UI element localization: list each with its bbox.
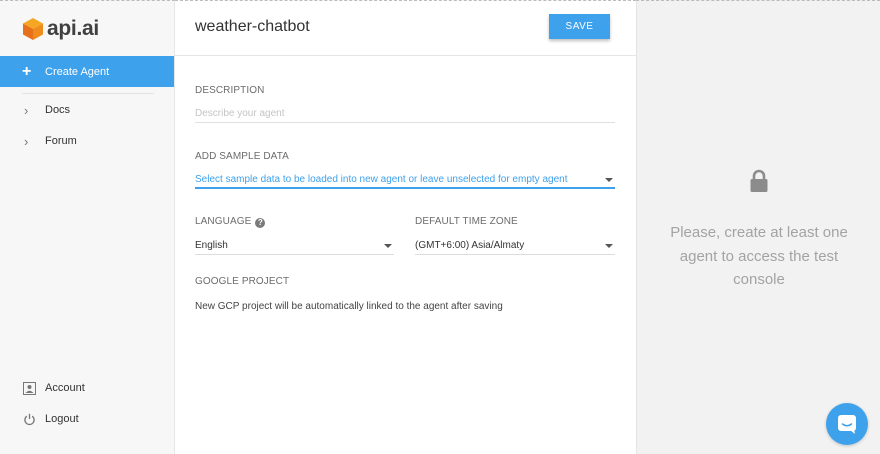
timezone-value: (GMT+6:00) Asia/Almaty [415, 240, 525, 251]
description-input[interactable]: Describe your agent [195, 105, 615, 123]
google-project-info: New GCP project will be automatically li… [195, 301, 503, 312]
console-message: Please, create at least one agent to acc… [670, 224, 848, 288]
help-icon[interactable]: ? [255, 218, 266, 228]
cube-logo-icon [23, 18, 43, 40]
lock-icon [749, 169, 769, 198]
chat-icon[interactable] [826, 403, 868, 445]
sample-data-value: Select sample data to be loaded into new… [195, 174, 568, 185]
sidebar-item-logout[interactable]: Logout [0, 408, 174, 430]
agent-form-panel: weather-chatbot SAVE DESCRIPTION Describ… [175, 0, 636, 454]
timezone-label: DEFAULT TIME ZONE [415, 216, 518, 227]
sample-data-select[interactable]: Select sample data to be loaded into new… [195, 171, 615, 189]
save-button[interactable]: SAVE [549, 14, 610, 39]
test-console: Please, create at least one agent to acc… [636, 0, 880, 454]
sidebar-item-label: Forum [45, 135, 77, 147]
sidebar-item-account[interactable]: Account [0, 377, 174, 399]
sidebar-item-forum[interactable]: › Forum [0, 131, 174, 151]
dropdown-arrow-icon [605, 178, 613, 182]
create-agent-button[interactable]: + Create Agent [0, 56, 174, 87]
google-project-label: GOOGLE PROJECT [195, 276, 290, 287]
logo[interactable]: api.ai [22, 15, 99, 43]
sample-data-label: ADD SAMPLE DATA [195, 151, 289, 162]
header: weather-chatbot SAVE [175, 1, 636, 56]
create-agent-label: Create Agent [45, 65, 110, 78]
language-value: English [195, 240, 228, 251]
plus-icon: + [22, 62, 32, 80]
sidebar-item-docs[interactable]: › Docs [0, 100, 174, 120]
language-label-wrap: LANGUAGE? [195, 216, 266, 228]
language-select[interactable]: English [195, 237, 394, 255]
power-icon [22, 412, 36, 426]
account-label: Account [45, 382, 85, 394]
logo-text: api.ai [47, 17, 99, 40]
sidebar-item-label: Docs [45, 104, 71, 116]
description-label: DESCRIPTION [195, 85, 265, 96]
logout-label: Logout [45, 413, 79, 425]
chevron-right-icon: › [24, 102, 29, 118]
sidebar-divider [22, 93, 154, 94]
sidebar: api.ai + Create Agent › Docs › Forum Acc… [0, 0, 175, 454]
dropdown-arrow-icon [384, 244, 392, 248]
timezone-select[interactable]: (GMT+6:00) Asia/Almaty [415, 237, 615, 255]
chevron-right-icon: › [24, 133, 29, 149]
account-icon [22, 381, 36, 395]
dropdown-arrow-icon [605, 244, 613, 248]
agent-name-title[interactable]: weather-chatbot [195, 18, 310, 36]
language-label: LANGUAGE [195, 216, 252, 227]
